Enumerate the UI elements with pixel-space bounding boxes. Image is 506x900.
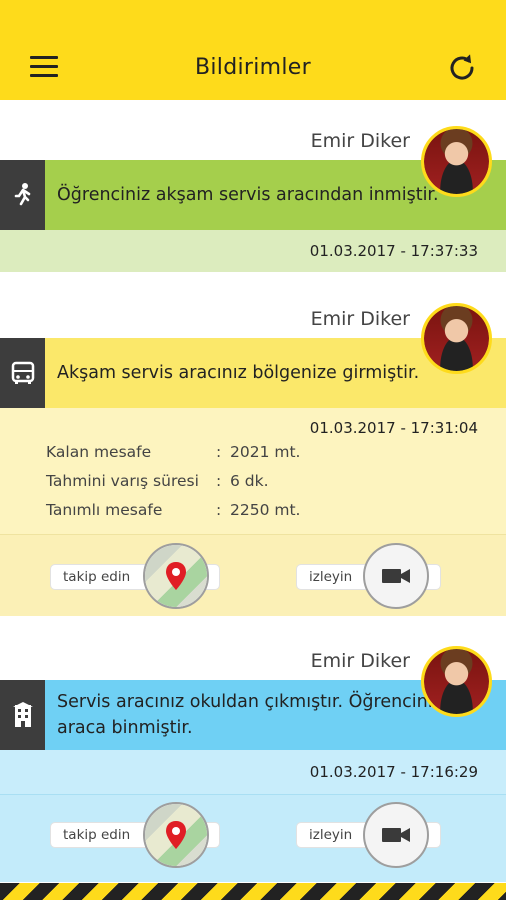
track-label: takip edin [63, 827, 131, 843]
student-name: Emir Diker [310, 130, 410, 152]
detail-label: Kalan mesafe [46, 443, 152, 461]
bus-icon [0, 338, 45, 408]
map-button[interactable] [143, 543, 209, 609]
notification-detail-panel: 01.03.2017 - 17:31:04 Kalan mesafe:2021 … [0, 408, 506, 534]
detail-label: Tahmini varış süresi [46, 472, 199, 490]
video-camera-icon [382, 569, 410, 583]
map-pin-icon [166, 562, 186, 590]
camera-button[interactable] [363, 543, 429, 609]
track-label: takip edin [63, 569, 131, 585]
app: Bildirimler Emir Diker Öğrenciniz akşam … [0, 0, 506, 900]
timestamp-text: 01.03.2017 - 17:16:29 [309, 763, 478, 781]
detail-label: Tanımlı mesafe [46, 501, 163, 519]
student-name: Emir Diker [310, 308, 410, 330]
detail-row: Kalan mesafe:2021 mt. [46, 438, 300, 467]
timestamp-text: 01.03.2017 - 17:37:33 [309, 242, 478, 260]
detail-value: 2250 mt. [230, 501, 301, 519]
notification-timestamp: 01.03.2017 - 17:37:33 [0, 230, 506, 272]
action-bar: takip edin izleyin [0, 534, 506, 616]
student-name: Emir Diker [310, 650, 410, 672]
map-pin-icon [166, 821, 186, 849]
distance-details: Kalan mesafe:2021 mt. Tahmini varış süre… [46, 438, 300, 525]
camera-button[interactable] [363, 802, 429, 868]
detail-row: Tanımlı mesafe:2250 mt. [46, 496, 300, 525]
walking-person-icon [0, 160, 45, 230]
notification-timestamp: 01.03.2017 - 17:16:29 [0, 750, 506, 794]
school-building-icon [0, 680, 45, 750]
notification-card: Emir Diker Akşam servis aracınız bölgeni… [0, 290, 506, 620]
action-bar: takip edin izleyin [0, 794, 506, 882]
video-camera-icon [382, 828, 410, 842]
app-header: Bildirimler [0, 0, 506, 100]
hazard-stripe-footer [0, 883, 506, 900]
watch-label: izleyin [309, 827, 353, 843]
detail-value: 2021 mt. [230, 443, 301, 461]
page-title: Bildirimler [195, 54, 311, 80]
detail-value: 6 dk. [230, 472, 269, 490]
detail-row: Tahmini varış süresi:6 dk. [46, 467, 300, 496]
refresh-icon[interactable] [446, 52, 478, 84]
timestamp-text: 01.03.2017 - 17:31:04 [309, 419, 478, 437]
map-button[interactable] [143, 802, 209, 868]
notification-card: Emir Diker Servis aracınız okuldan çıkmı… [0, 620, 506, 882]
notification-timestamp: 01.03.2017 - 17:31:04 [0, 416, 506, 440]
avatar [421, 646, 492, 717]
avatar [421, 303, 492, 374]
watch-label: izleyin [309, 569, 353, 585]
menu-icon[interactable] [30, 56, 58, 78]
notification-card: Emir Diker Öğrenciniz akşam servis aracı… [0, 100, 506, 290]
avatar [421, 126, 492, 197]
